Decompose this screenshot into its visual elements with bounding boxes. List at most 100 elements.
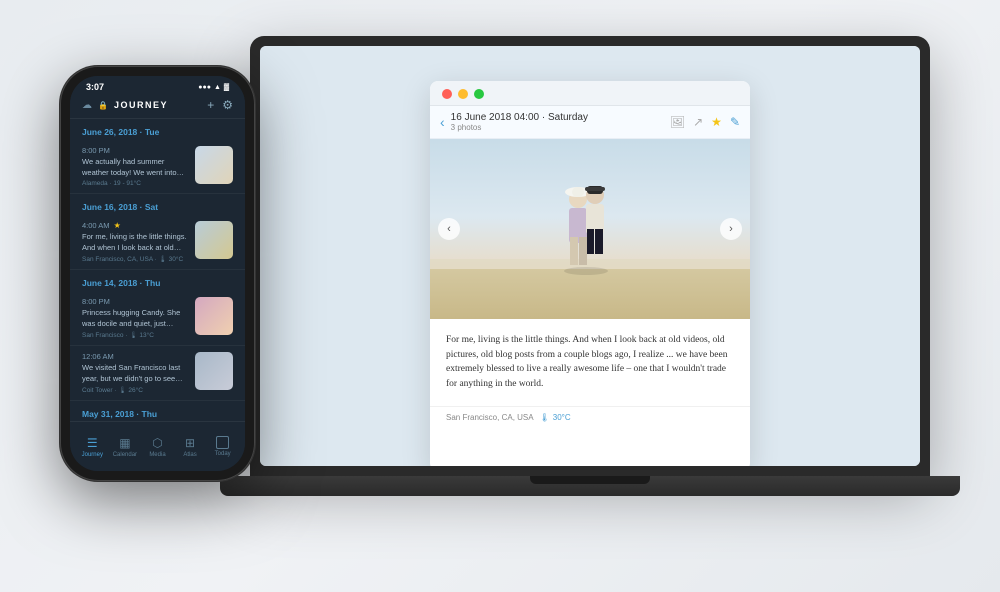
devices-container: 3:07 ●●● ▲ ▓ ☁ 🔒 JOURNEY + — [50, 26, 950, 566]
nav-tab-atlas[interactable]: ⊞ Atlas — [174, 436, 207, 458]
date-group-header-1: June 26, 2018 · Tue — [70, 119, 245, 140]
beach-photo — [430, 139, 750, 319]
entry-location: San Francisco, CA, USA · 🌡 30°C — [82, 255, 183, 263]
laptop-screen-content: ‹ 16 June 2018 04:00 · Saturday 3 photos… — [260, 46, 920, 466]
image-icon[interactable]: 🖼 — [670, 115, 685, 129]
app-header-left: ☁ 🔒 JOURNEY — [82, 100, 168, 111]
status-time: 3:07 — [86, 82, 104, 92]
lock-icon[interactable]: 🔒 — [98, 101, 108, 110]
entry-excerpt: We actually had summer weather today! We… — [82, 157, 187, 178]
today-nav-icon — [216, 436, 229, 449]
thumbnail-image — [195, 297, 233, 335]
list-item[interactable]: 12:06 AM We visited San Francisco last y… — [70, 346, 245, 401]
close-button[interactable] — [442, 89, 452, 99]
entry-meta-row: San Francisco, CA, USA · 🌡 30°C — [82, 255, 187, 263]
app-header: ☁ 🔒 JOURNEY + ⚙ — [70, 94, 245, 119]
entry-meta-row: Alameda · 19 - 91°C — [82, 180, 187, 187]
entry-time: 8:00 PM — [82, 146, 187, 155]
list-item[interactable]: 8:00 PM Princess hugging Candy. She was … — [70, 291, 245, 346]
photo-next-button[interactable]: › — [720, 218, 742, 240]
app-title: JOURNEY — [114, 100, 168, 110]
phone-status-bar: 3:07 ●●● ▲ ▓ — [70, 76, 245, 94]
maximize-button[interactable] — [474, 89, 484, 99]
laptop-notch — [530, 476, 650, 484]
header-action-icons: 🖼 ↗ ★ ✎ — [670, 115, 740, 129]
atlas-nav-icon: ⊞ — [185, 436, 195, 450]
nav-tab-media[interactable]: ⬡ Media — [141, 436, 174, 458]
nav-tab-calendar[interactable]: ▦ Calendar — [109, 436, 142, 458]
laptop-base — [220, 476, 960, 496]
entry-time: 4:00 AM ★ — [82, 221, 187, 230]
thumbnail-image — [195, 221, 233, 259]
battery-icon: ▓ — [224, 84, 229, 91]
nav-tab-journey[interactable]: ☰ Journey — [76, 436, 109, 458]
journal-location: San Francisco, CA, USA — [446, 413, 534, 422]
thumbnail-image — [195, 352, 233, 390]
phone-shell: 3:07 ●●● ▲ ▓ ☁ 🔒 JOURNEY + — [60, 66, 255, 481]
journal-text-area: For me, living is the little things. And… — [430, 319, 750, 402]
bottom-nav: ☰ Journey ▦ Calendar ⬡ Media ⊞ Atlas — [70, 421, 245, 471]
journey-nav-label: Journey — [82, 452, 103, 458]
date-group-header-3: June 14, 2018 · Thu — [70, 270, 245, 291]
window-titlebar — [430, 81, 750, 106]
entry-time: 12:06 AM — [82, 352, 187, 361]
photo-prev-button[interactable]: ‹ — [438, 218, 460, 240]
entry-thumbnail — [195, 297, 233, 335]
journal-window: ‹ 16 June 2018 04:00 · Saturday 3 photos… — [430, 81, 750, 466]
phone-device: 3:07 ●●● ▲ ▓ ☁ 🔒 JOURNEY + — [60, 66, 255, 481]
weather-icon: 🌡 — [540, 413, 550, 422]
date-group-header-2: June 16, 2018 · Sat — [70, 194, 245, 215]
laptop-body: ‹ 16 June 2018 04:00 · Saturday 3 photos… — [250, 36, 930, 476]
list-item[interactable]: 8:00 PM We actually had summer weather t… — [70, 140, 245, 194]
list-item[interactable]: 4:00 AM ★ For me, living is the little t… — [70, 215, 245, 270]
entry-thumbnail — [195, 352, 233, 390]
header-date: 16 June 2018 04:00 · Saturday — [451, 112, 588, 123]
journal-meta: San Francisco, CA, USA 🌡 30°C — [430, 406, 750, 430]
entry-excerpt: For me, living is the little things. And… — [82, 232, 187, 253]
nav-tab-today[interactable]: Today — [206, 436, 239, 457]
phone-screen: 3:07 ●●● ▲ ▓ ☁ 🔒 JOURNEY + — [70, 76, 245, 471]
window-header: ‹ 16 June 2018 04:00 · Saturday 3 photos… — [430, 106, 750, 139]
calendar-nav-label: Calendar — [113, 452, 137, 458]
temperature: 30°C — [553, 413, 571, 422]
date-group-header-5: May 31, 2018 · Thu — [70, 401, 245, 422]
media-nav-label: Media — [149, 452, 165, 458]
journey-nav-icon: ☰ — [87, 436, 98, 450]
entry-meta-row: San Francisco · 🌡 13°C — [82, 331, 187, 339]
entry-info: 8:00 PM Princess hugging Candy. She was … — [82, 297, 187, 339]
entry-time: 8:00 PM — [82, 297, 187, 306]
wifi-icon: ▲ — [214, 84, 221, 91]
entry-excerpt: We visited San Francisco last year, but … — [82, 363, 187, 384]
header-date-info: 16 June 2018 04:00 · Saturday 3 photos — [451, 112, 588, 132]
entry-excerpt: Princess hugging Candy. She was docile a… — [82, 308, 187, 329]
calendar-nav-icon: ▦ — [119, 436, 130, 450]
star-badge: ★ — [114, 221, 121, 230]
atlas-nav-label: Atlas — [183, 452, 196, 458]
window-header-left: ‹ 16 June 2018 04:00 · Saturday 3 photos — [440, 112, 588, 132]
today-nav-label: Today — [215, 451, 231, 457]
minimize-button[interactable] — [458, 89, 468, 99]
app-header-right: + ⚙ — [207, 98, 233, 112]
star-icon[interactable]: ★ — [711, 115, 722, 129]
photo-area: ‹ › — [430, 139, 750, 319]
entry-location: Alameda · 19 - 91°C — [82, 180, 141, 187]
edit-icon[interactable]: ✎ — [730, 115, 740, 129]
journal-weather: 🌡 30°C — [540, 413, 571, 422]
left-arrow-icon: ‹ — [447, 223, 451, 235]
entry-meta-row: Coit Tower · 🌡 26°C — [82, 386, 187, 394]
entry-location: Coit Tower · 🌡 26°C — [82, 386, 143, 394]
media-nav-icon: ⬡ — [152, 436, 162, 450]
entries-list: June 26, 2018 · Tue 8:00 PM We actually … — [70, 119, 245, 426]
back-button[interactable]: ‹ — [440, 114, 445, 130]
laptop-screen: ‹ 16 June 2018 04:00 · Saturday 3 photos… — [260, 46, 920, 466]
entry-info: 12:06 AM We visited San Francisco last y… — [82, 352, 187, 394]
share-icon[interactable]: ↗ — [693, 115, 703, 129]
thumbnail-image — [195, 146, 233, 184]
cloud-icon[interactable]: ☁ — [82, 100, 92, 111]
add-button[interactable]: + — [207, 98, 214, 112]
entry-thumbnail — [195, 221, 233, 259]
entry-info: 4:00 AM ★ For me, living is the little t… — [82, 221, 187, 263]
settings-button[interactable]: ⚙ — [222, 98, 233, 112]
journal-body-text: For me, living is the little things. And… — [446, 333, 734, 392]
status-icons: ●●● ▲ ▓ — [198, 84, 229, 91]
